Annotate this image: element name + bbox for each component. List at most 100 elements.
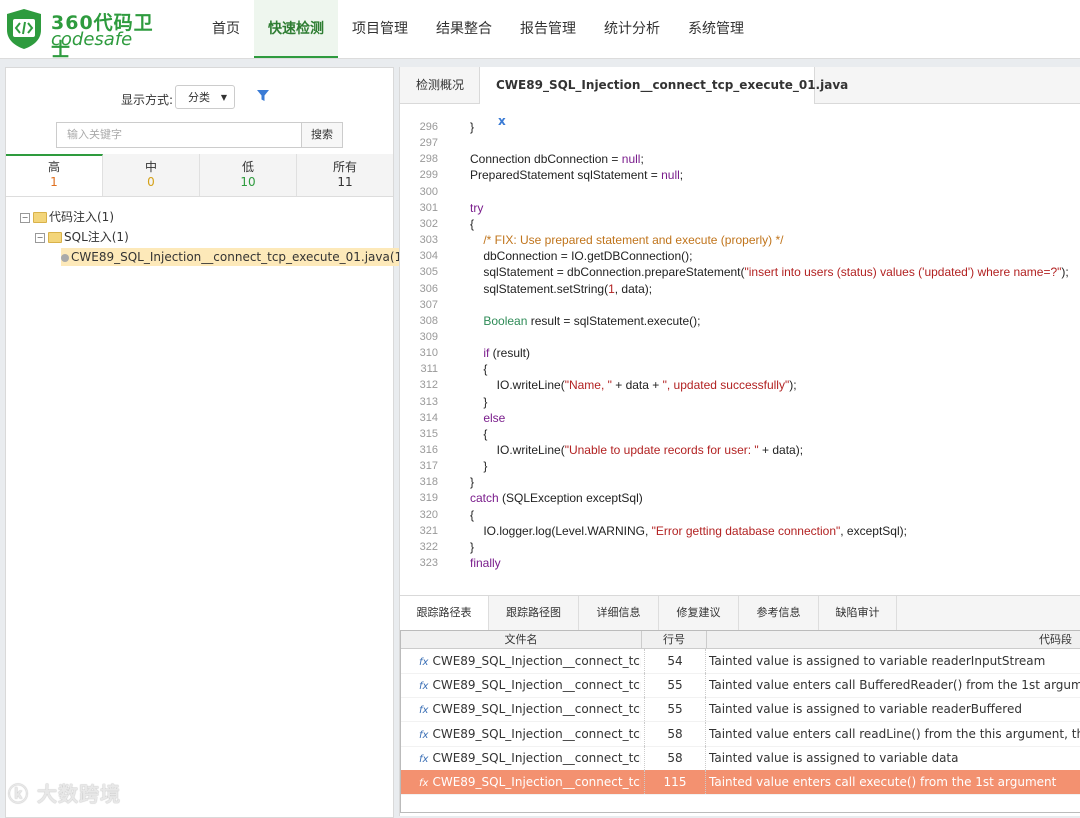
line-number: 323 bbox=[419, 557, 438, 570]
column-header-code[interactable]: 代码段 bbox=[707, 631, 1080, 648]
tree-node-label: SQL注入(1) bbox=[64, 230, 129, 244]
tab-severity-medium[interactable]: 中 0 bbox=[103, 154, 200, 196]
collapse-icon[interactable]: − bbox=[35, 232, 45, 243]
tab-severity-low[interactable]: 低 10 bbox=[200, 154, 297, 196]
code-text: } bbox=[470, 475, 475, 490]
code-line: 309 bbox=[400, 329, 1080, 345]
trace-file-name: CWE89_SQL_Injection__connect_tcp... bbox=[432, 726, 641, 741]
code-line: 296} bbox=[400, 119, 1080, 135]
watermark-logo-icon: ⓚ bbox=[8, 782, 29, 806]
table-row[interactable]: fx CWE89_SQL_Injection__connect_tcp... 55 T… bbox=[401, 673, 1080, 699]
line-number: 297 bbox=[419, 137, 438, 150]
tree-node-sql-injection[interactable]: − SQL注入(1) bbox=[35, 228, 129, 246]
line-number: 301 bbox=[419, 201, 438, 214]
code-text: } bbox=[470, 459, 488, 474]
code-line: 305 sqlStatement = dbConnection.prepareS… bbox=[400, 264, 1080, 280]
code-line: 315 { bbox=[400, 426, 1080, 442]
tree-node-label: CWE89_SQL_Injection__connect_tcp_execute… bbox=[71, 250, 423, 264]
column-header-line[interactable]: 行号 bbox=[642, 631, 707, 648]
tree-node-file[interactable]: CWE89_SQL_Injection__connect_tcp_execute… bbox=[61, 248, 427, 266]
filter-icon[interactable] bbox=[256, 89, 270, 103]
search-button[interactable]: 搜索 bbox=[301, 122, 343, 148]
logo[interactable]: 360代码卫士 codesafe bbox=[5, 6, 165, 61]
nav-system-management[interactable]: 系统管理 bbox=[674, 0, 758, 58]
severity-label: 低 bbox=[241, 160, 254, 174]
table-row[interactable]: fx CWE89_SQL_Injection__connect_tcp... 58 T… bbox=[401, 721, 1080, 747]
line-number: 315 bbox=[419, 427, 438, 440]
code-view-panel: 检测概况 CWE89_SQL_Injection__connect_tcp_ex… bbox=[399, 67, 1080, 816]
line-number: 313 bbox=[419, 395, 438, 408]
code-line: 321 IO.logger.log(Level.WARNING, "Error … bbox=[400, 523, 1080, 539]
code-text: try bbox=[470, 200, 484, 215]
table-row[interactable]: fx CWE89_SQL_Injection__connect_tcp... 58 T… bbox=[401, 745, 1080, 771]
code-text: IO.writeLine("Unable to update records f… bbox=[470, 443, 804, 457]
severity-label: 中 bbox=[144, 160, 157, 174]
defect-tree-panel: 显示方式: 分类 ▼ 输入关键字 搜索 高 1 中 0 低 10 所有 11 −… bbox=[5, 67, 427, 818]
code-line: 299 PreparedStatement sqlStatement = null… bbox=[400, 167, 1080, 183]
top-header: 360代码卫士 codesafe 首页 快速检测 项目管理 结果整合 报告管理 … bbox=[0, 0, 1080, 61]
code-line: 320 { bbox=[400, 507, 1080, 523]
tree-node-label: 代码注入(1) bbox=[49, 210, 114, 224]
brand-name-en: codesafe bbox=[51, 29, 133, 50]
keyword-search-input[interactable]: 输入关键字 bbox=[56, 122, 302, 148]
tab-defect-audit[interactable]: 缺陷审计 bbox=[819, 596, 897, 630]
line-number: 314 bbox=[419, 411, 438, 424]
collapse-icon[interactable]: − bbox=[20, 212, 30, 223]
tab-current-file[interactable]: CWE89_SQL_Injection__connect_tcp_execute… bbox=[479, 67, 848, 128]
trace-line-cell: 58 bbox=[644, 745, 706, 770]
watermark-text: 大数跨境 bbox=[36, 782, 121, 806]
display-mode-row: 显示方式: 分类 ▼ bbox=[6, 85, 393, 111]
table-row[interactable]: fx CWE89_SQL_Injection__connect_tcp... 54 T… bbox=[401, 649, 1080, 674]
tab-file-label: CWE89_SQL_Injection__connect_tcp_execute… bbox=[496, 78, 849, 92]
trace-code-cell: Tainted value enters call readLine() fro… bbox=[709, 726, 1080, 741]
tab-trace-table[interactable]: 跟踪路径表 bbox=[400, 596, 489, 631]
line-number: 322 bbox=[419, 540, 438, 553]
tab-reference-info[interactable]: 参考信息 bbox=[739, 596, 819, 630]
trace-line-cell: 58 bbox=[644, 721, 706, 746]
code-line: 302 { bbox=[400, 216, 1080, 232]
code-text: PreparedStatement sqlStatement = null; bbox=[470, 168, 684, 183]
display-mode-label: 显示方式: bbox=[121, 93, 174, 107]
tree-node-code-injection[interactable]: − 代码注入(1) bbox=[20, 208, 114, 226]
line-number: 316 bbox=[419, 444, 438, 456]
column-header-file[interactable]: 文件名 bbox=[401, 631, 642, 648]
tab-overview[interactable]: 检测概况 bbox=[400, 67, 480, 103]
severity-count: 11 bbox=[337, 175, 353, 189]
code-text: sqlStatement = dbConnection.prepareState… bbox=[470, 265, 1069, 280]
nav-quick-scan[interactable]: 快速检测 bbox=[254, 0, 338, 58]
severity-count: 0 bbox=[147, 175, 155, 189]
nav-statistics[interactable]: 统计分析 bbox=[590, 0, 674, 58]
table-row[interactable]: fx CWE89_SQL_Injection__connect_tcp... 115… bbox=[401, 770, 1080, 795]
tab-fix-suggestion[interactable]: 修复建议 bbox=[659, 596, 739, 630]
code-line: 316 IO.writeLine("Unable to update recor… bbox=[400, 442, 1080, 458]
tab-severity-all[interactable]: 所有 11 bbox=[297, 154, 393, 196]
trace-file-name: CWE89_SQL_Injection__connect_tcp... bbox=[432, 702, 641, 717]
display-mode-select[interactable]: 分类 ▼ bbox=[175, 85, 235, 109]
folder-icon bbox=[48, 232, 62, 243]
code-text: { bbox=[470, 426, 488, 441]
detail-tabs: 跟踪路径表 跟踪路径图 详细信息 修复建议 参考信息 缺陷审计 bbox=[400, 595, 1080, 631]
tab-details[interactable]: 详细信息 bbox=[579, 596, 659, 630]
code-line: 308 Boolean result = sqlStatement.execut… bbox=[400, 313, 1080, 329]
nav-report-management[interactable]: 报告管理 bbox=[506, 0, 590, 58]
shield-logo-icon bbox=[7, 9, 41, 49]
tab-trace-graph[interactable]: 跟踪路径图 bbox=[489, 596, 579, 630]
code-line: 322} bbox=[400, 539, 1080, 555]
file-dot-icon bbox=[61, 253, 69, 262]
nav-project-management[interactable]: 项目管理 bbox=[338, 0, 422, 58]
dropdown-arrow-icon: ▼ bbox=[220, 93, 227, 102]
line-number: 309 bbox=[419, 330, 438, 343]
severity-count: 10 bbox=[240, 175, 256, 189]
line-number: 321 bbox=[419, 524, 438, 537]
code-line: 317 } bbox=[400, 458, 1080, 474]
tab-severity-high[interactable]: 高 1 bbox=[6, 154, 103, 196]
nav-result-integration[interactable]: 结果整合 bbox=[422, 0, 506, 58]
code-line: 303 /* FIX: Use prepared statement and e… bbox=[400, 232, 1080, 248]
nav-home[interactable]: 首页 bbox=[198, 0, 254, 58]
table-row[interactable]: fx CWE89_SQL_Injection__connect_tcp... 55 T… bbox=[401, 697, 1080, 723]
code-text: IO.writeLine("Name, " + data + ", update… bbox=[470, 378, 797, 393]
trace-line-cell: 115 bbox=[644, 770, 706, 794]
line-number: 308 bbox=[419, 314, 438, 327]
code-line: 323 finally bbox=[400, 555, 1080, 571]
trace-path-table: 文件名 行号 代码段 fx CWE89_SQL_Injection__connec… bbox=[400, 630, 1080, 813]
